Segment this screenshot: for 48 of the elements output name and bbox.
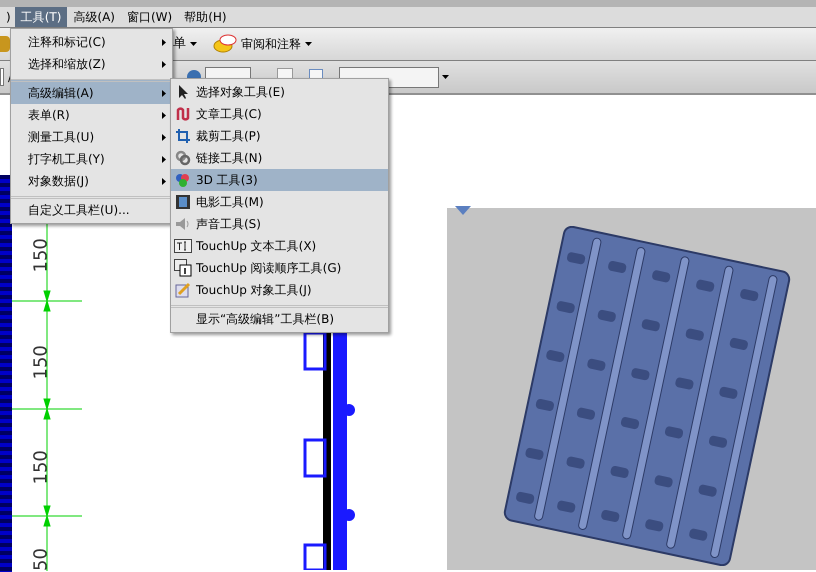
menu-item[interactable]: 链接工具(N) <box>171 147 388 169</box>
ribbon-icon <box>174 106 192 122</box>
submenu-arrow-icon <box>162 134 166 140</box>
menu-item[interactable]: 裁剪工具(P) <box>171 125 388 147</box>
submenu-arrow-icon <box>162 38 166 46</box>
menu-item[interactable]: ) <box>0 7 15 27</box>
menu-item[interactable]: TouchUp 文本工具(X) <box>171 235 388 257</box>
numbered-pages-icon <box>174 259 192 277</box>
speech-bubble-icon <box>213 33 237 55</box>
menu-item[interactable]: 测量工具(U) <box>11 126 172 148</box>
forms-button[interactable]: 单 <box>173 34 186 54</box>
menu-item[interactable]: 窗口(W) <box>120 7 178 27</box>
page-field[interactable] <box>0 68 4 86</box>
triangle-marker-icon <box>455 206 471 216</box>
caret-icon <box>305 42 312 46</box>
caret-icon <box>190 42 197 46</box>
menu-item[interactable]: 帮助(H) <box>178 7 233 27</box>
menu-item[interactable]: 3D 工具(3) <box>171 169 388 191</box>
menu-item[interactable]: TouchUp 对象工具(J) <box>171 279 388 301</box>
menu-item[interactable]: 打字机工具(Y) <box>11 148 172 170</box>
text-box-icon <box>174 239 192 253</box>
menu-item[interactable]: 声音工具(S) <box>171 213 388 235</box>
review-button[interactable]: 审阅和注释 <box>209 33 316 55</box>
menu-item[interactable]: 高级(A) <box>67 7 121 27</box>
menu-item[interactable]: 选择和缩放(Z) <box>11 53 172 75</box>
menu-item[interactable]: 选择对象工具(E) <box>171 81 388 103</box>
menu-item[interactable]: 注释和标记(C) <box>11 31 172 53</box>
dropdown-caret-icon[interactable] <box>442 75 450 79</box>
submenu-arrow-icon <box>162 90 166 96</box>
film-icon <box>174 194 192 210</box>
menu-item[interactable]: 表单(R) <box>11 104 172 126</box>
menu-item[interactable]: 电影工具(M) <box>171 191 388 213</box>
menu-item[interactable]: TouchUp 阅读顺序工具(G) <box>171 257 388 279</box>
menu-item[interactable]: 工具(T) <box>14 7 68 27</box>
submenu-arrow-icon <box>162 156 166 162</box>
submenu-arrow-icon <box>162 112 166 118</box>
chain-link-icon <box>174 150 192 166</box>
menu-item[interactable]: 高级编辑(A) <box>11 79 172 104</box>
dimension-label: 50 <box>30 547 52 572</box>
crop-icon <box>174 128 192 144</box>
menu-item[interactable]: 文章工具(C) <box>171 103 388 125</box>
menu-item[interactable]: 显示“高级编辑”工具栏(B) <box>171 305 388 330</box>
submenu-arrow-icon <box>162 60 166 68</box>
submenu-arrow-icon <box>162 178 166 184</box>
pencil-icon <box>174 282 192 298</box>
spheres-icon <box>174 172 192 188</box>
menu-item[interactable]: 对象数据(J) <box>11 170 172 192</box>
lock-icon[interactable] <box>0 36 10 52</box>
